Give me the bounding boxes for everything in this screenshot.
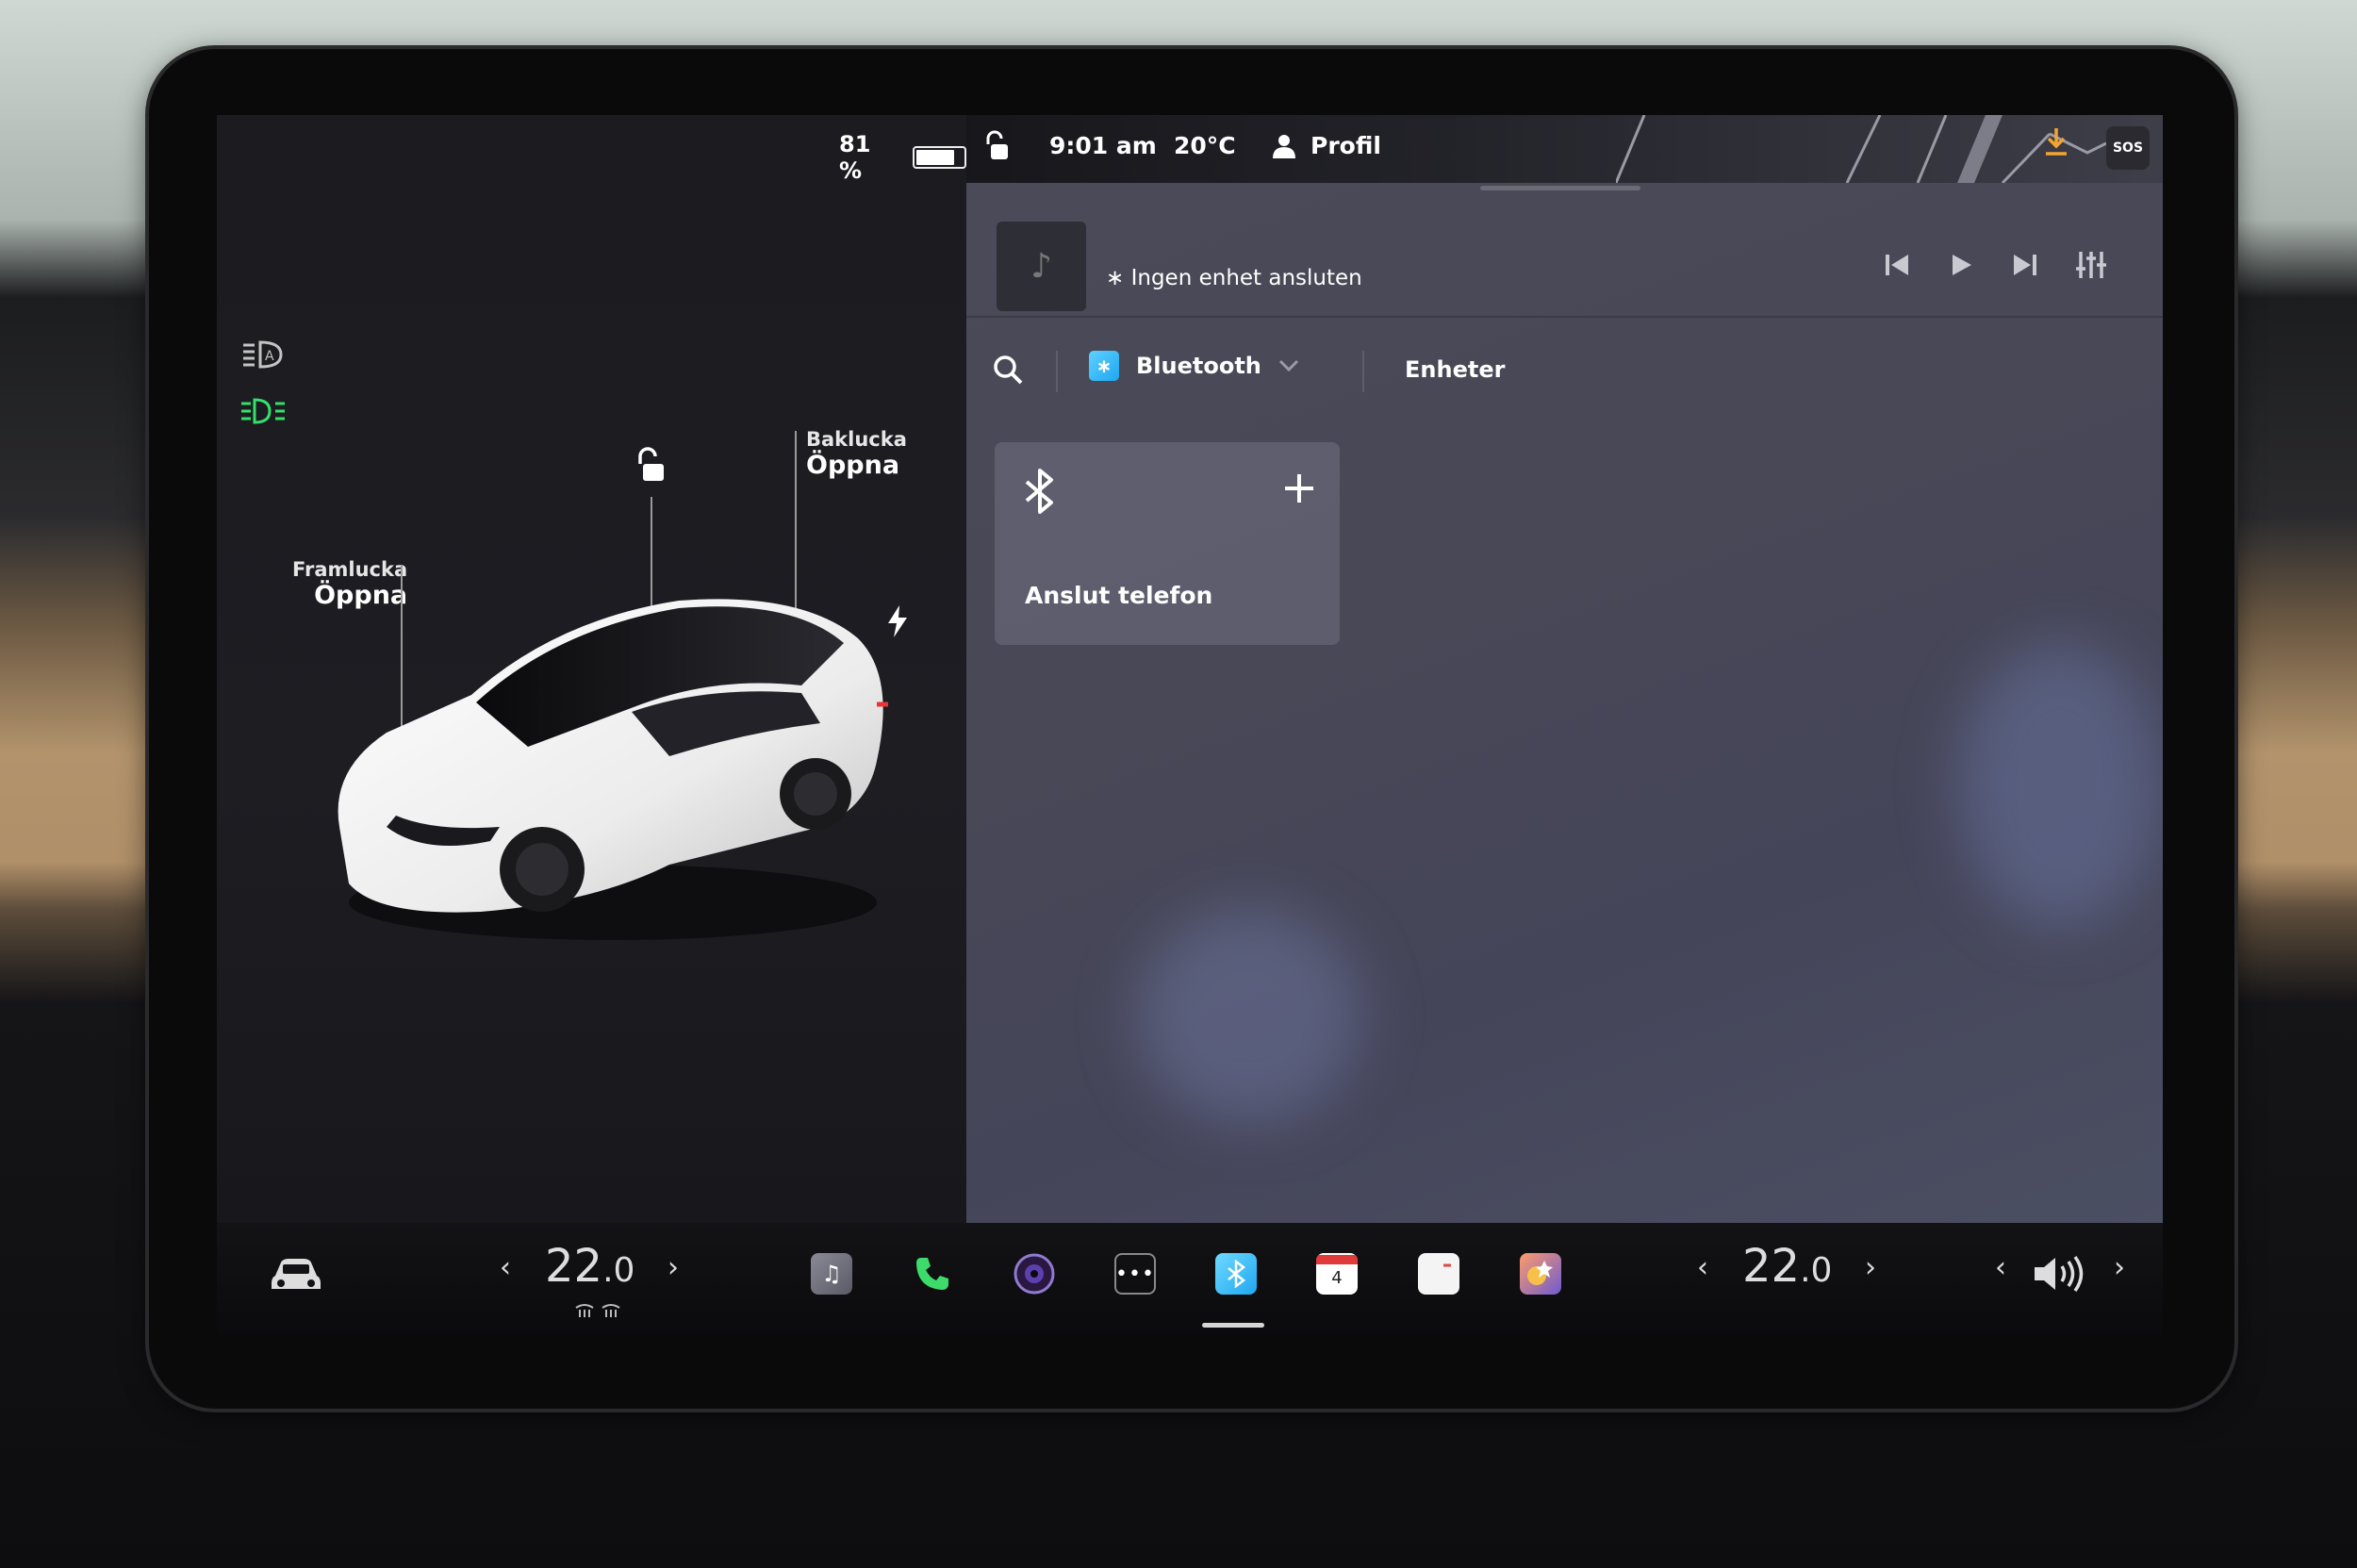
map-preview[interactable]: [1616, 115, 2163, 183]
lock-icon[interactable]: [634, 447, 668, 488]
calendar-header: [1316, 1255, 1358, 1264]
outside-temperature: 20°C: [1174, 132, 1236, 159]
more-icon[interactable]: •••: [1114, 1253, 1156, 1295]
equalizer-icon[interactable]: [2076, 250, 2106, 288]
calendar-day: 4: [1331, 1268, 1343, 1288]
battery-percent: 81 %: [839, 131, 871, 184]
clock: 9:01 am: [1049, 132, 1157, 159]
media-panel: 9:01 am 20°C Profil SOS ♪ ∗ Ingen enhet …: [966, 115, 2163, 1223]
car-icon[interactable]: [270, 1257, 322, 1298]
right-temp-decrease-button[interactable]: ‹: [1697, 1251, 1708, 1284]
vehicle-panel: 81 % A Baklucka Öppna Framlucka Öppna: [217, 115, 971, 1223]
person-icon: [1273, 134, 1295, 158]
toybox-icon[interactable]: [1520, 1253, 1561, 1295]
music-app-icon[interactable]: ♫: [811, 1253, 852, 1295]
battery-fill: [916, 150, 954, 165]
rear-trunk-open-button[interactable]: Öppna: [806, 451, 907, 480]
passenger-temperature[interactable]: 22.0: [1742, 1240, 1832, 1293]
charge-icon[interactable]: [886, 605, 909, 645]
fog-lights-icon[interactable]: [239, 396, 287, 434]
camera-icon[interactable]: [1014, 1253, 1055, 1295]
music-note-icon: ♪: [1030, 247, 1052, 286]
bluetooth-small-icon: ∗: [1106, 266, 1125, 290]
active-app-indicator: [1202, 1323, 1264, 1328]
battery-indicator: 81 %: [839, 131, 971, 184]
right-temp-increase-button[interactable]: ›: [1865, 1251, 1876, 1284]
map-shadow: [1136, 907, 1362, 1124]
connect-phone-label: Anslut telefon: [1025, 582, 1213, 609]
driver-temp-main: 22: [545, 1240, 603, 1293]
rear-trunk-callout[interactable]: Baklucka Öppna: [806, 428, 907, 480]
media-player: ♪ ∗ Ingen enhet ansluten: [966, 195, 2163, 318]
volume-icon[interactable]: [2033, 1255, 2084, 1296]
passenger-temp-main: 22: [1742, 1240, 1801, 1293]
status-bar: 9:01 am 20°C Profil SOS: [966, 115, 2163, 183]
profile-label: Profil: [1310, 132, 1381, 159]
tab-devices[interactable]: Enheter: [1405, 356, 1505, 383]
search-icon[interactable]: [993, 355, 1023, 388]
previous-track-icon[interactable]: [1884, 252, 1910, 286]
lock-status-icon[interactable]: [983, 130, 1010, 168]
volume-increase-button[interactable]: ›: [2114, 1251, 2125, 1284]
left-temp-decrease-button[interactable]: ‹: [500, 1251, 511, 1284]
tab-divider: [1362, 351, 1364, 392]
chevron-down-icon: [1278, 359, 1298, 372]
car-3d-model[interactable]: [311, 544, 915, 940]
source-divider: [1056, 351, 1058, 392]
bluetooth-app-icon[interactable]: [1215, 1253, 1257, 1295]
bluetooth-source-icon: ∗: [1089, 351, 1119, 381]
album-art-placeholder: ♪: [997, 222, 1086, 311]
source-dropdown[interactable]: ∗ Bluetooth: [1089, 351, 1299, 381]
battery-icon: [913, 146, 971, 169]
download-icon[interactable]: [2044, 128, 2069, 164]
notes-icon[interactable]: [1418, 1253, 1459, 1295]
svg-text:A: A: [265, 349, 274, 364]
media-drag-handle[interactable]: [1480, 186, 1640, 190]
passenger-temp-decimal: .0: [1800, 1251, 1833, 1290]
map-shadow: [1956, 643, 2163, 926]
phone-icon[interactable]: [912, 1253, 953, 1295]
profile-button[interactable]: Profil: [1273, 132, 1381, 159]
seat-heater-icon[interactable]: [573, 1302, 622, 1323]
sos-button[interactable]: SOS: [2106, 126, 2150, 170]
play-icon[interactable]: [1948, 252, 1974, 286]
touchscreen: 81 % A Baklucka Öppna Framlucka Öppna 9:…: [217, 115, 2163, 1336]
now-playing-text: Ingen enhet ansluten: [1130, 266, 1362, 290]
driver-temperature[interactable]: 22.0: [545, 1240, 635, 1293]
connect-phone-card[interactable]: Anslut telefon: [995, 442, 1340, 645]
source-selector-row: ∗ Bluetooth Enheter: [966, 334, 2163, 409]
auto-headlights-icon[interactable]: A: [241, 339, 283, 377]
now-playing: ∗ Ingen enhet ansluten: [1106, 266, 1362, 290]
bluetooth-icon: [1023, 469, 1057, 524]
player-controls: [1884, 250, 2106, 288]
driver-temp-decimal: .0: [602, 1251, 635, 1290]
rear-trunk-title: Baklucka: [806, 428, 907, 451]
add-device-icon[interactable]: [1283, 467, 1315, 515]
source-dropdown-label: Bluetooth: [1136, 353, 1261, 379]
next-track-icon[interactable]: [2012, 252, 2038, 286]
dock-bar: ‹ 22.0 › ♫ ••• 4 ‹ 22.0 › ‹ ›: [217, 1223, 2163, 1336]
left-temp-increase-button[interactable]: ›: [668, 1251, 679, 1284]
calendar-icon[interactable]: 4: [1316, 1253, 1358, 1295]
volume-decrease-button[interactable]: ‹: [1995, 1251, 2006, 1284]
